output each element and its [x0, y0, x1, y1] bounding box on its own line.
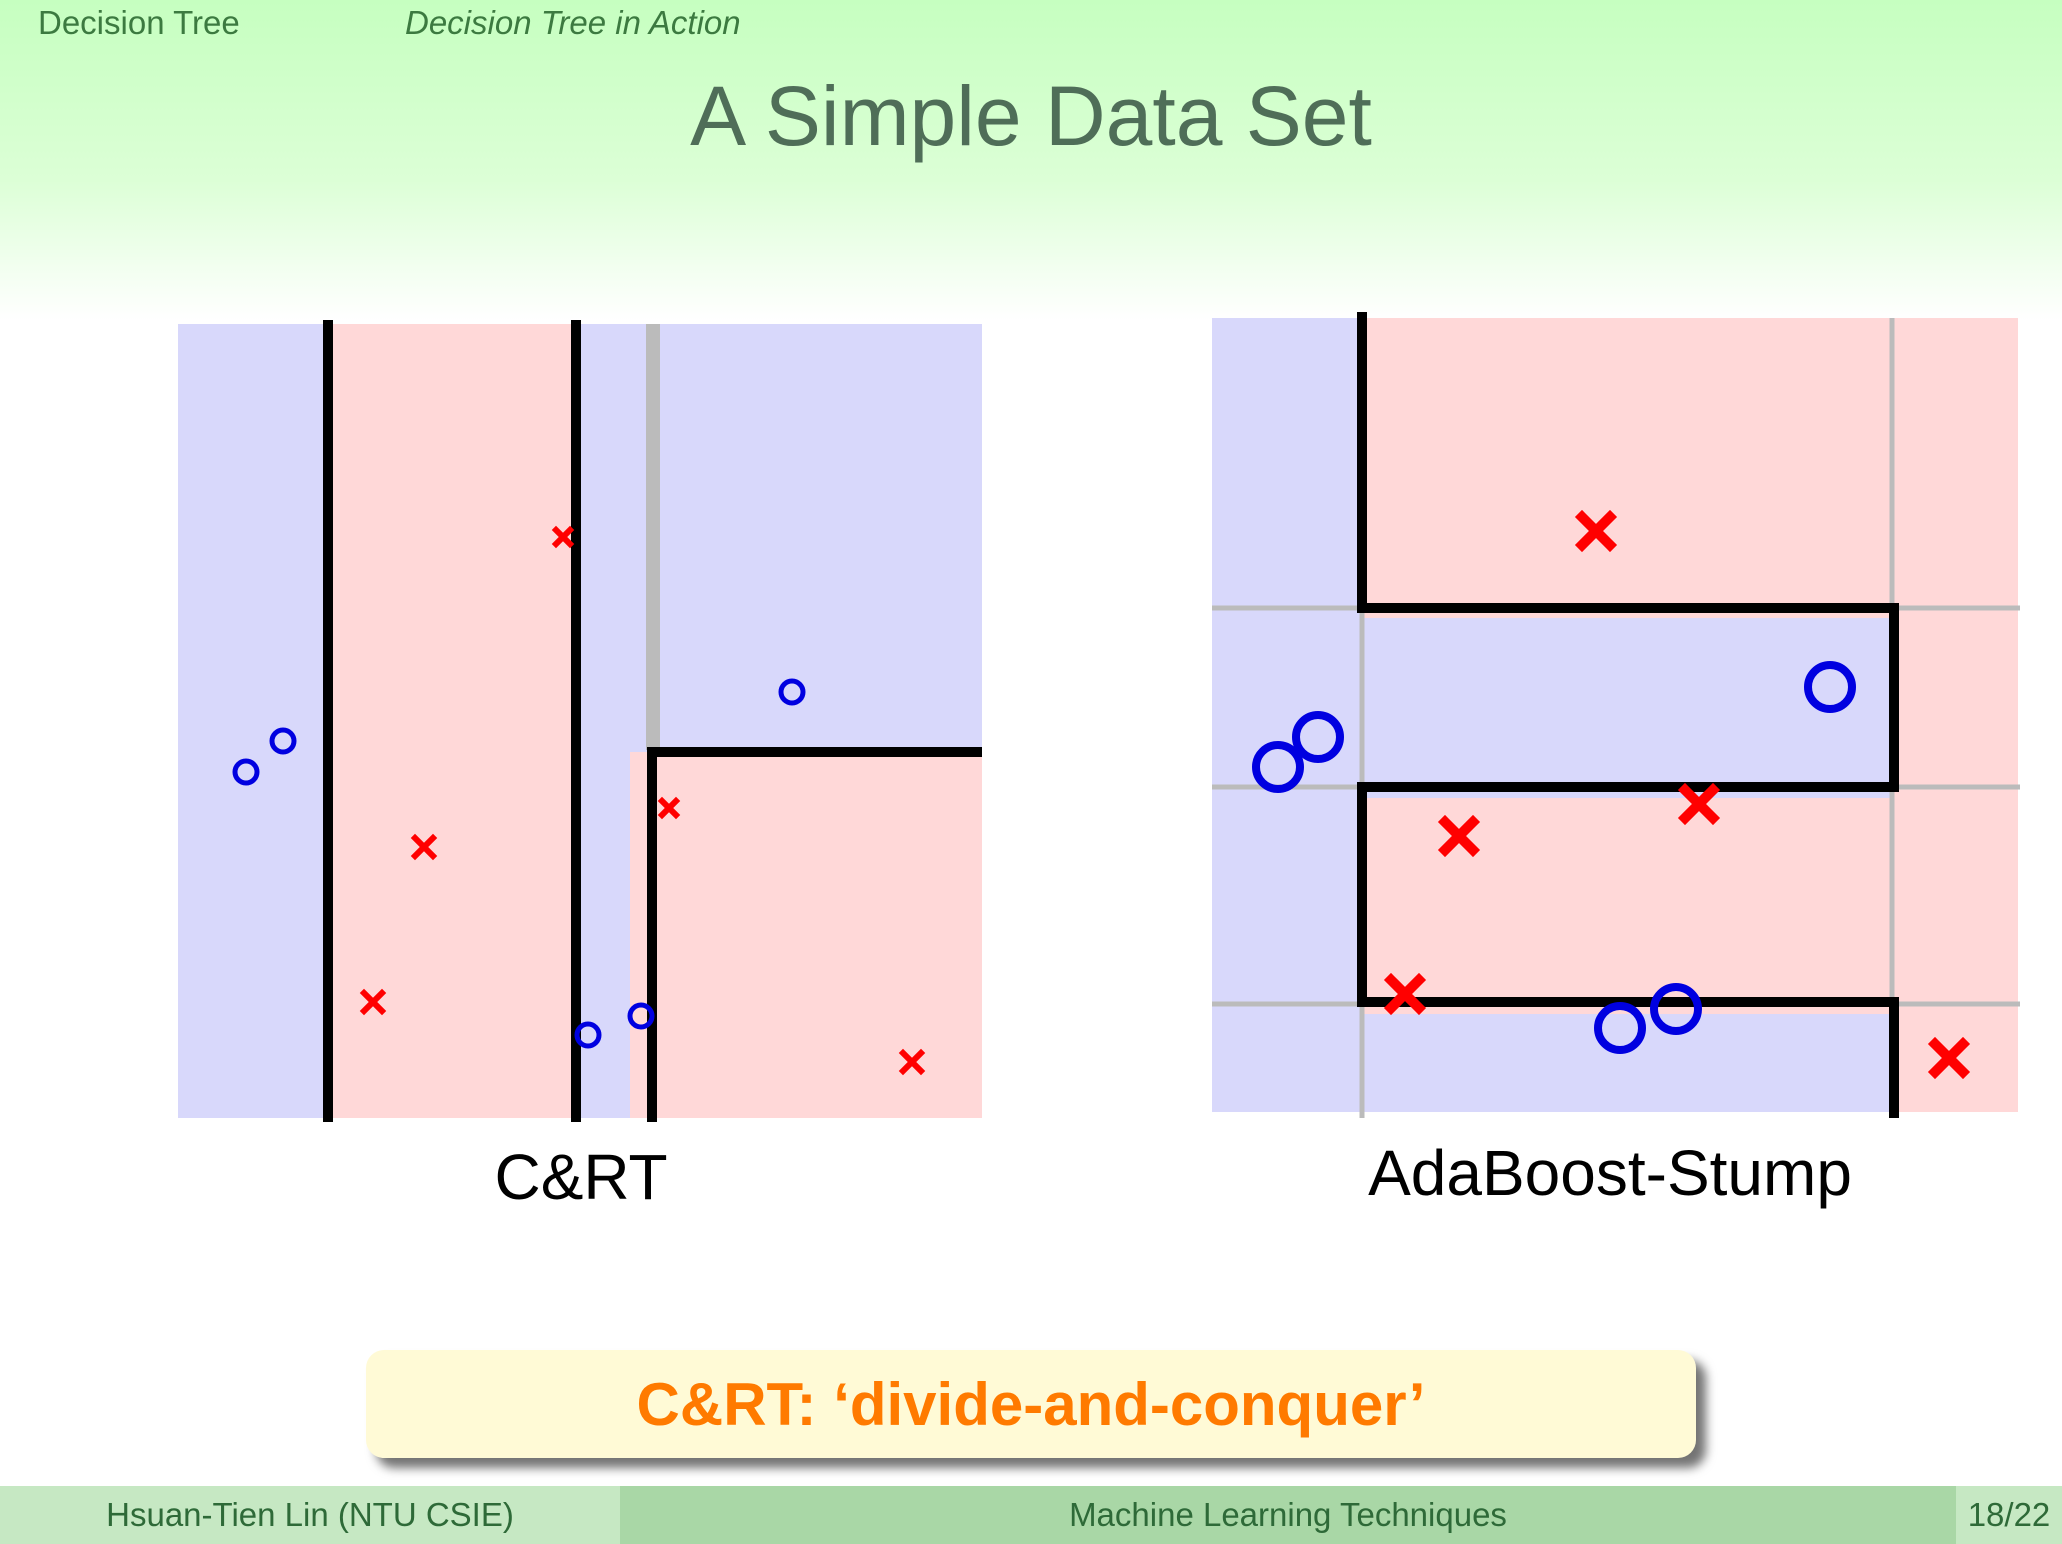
- cart-region-o-strip: [580, 324, 630, 1118]
- ab-region-x-top: [1362, 318, 2018, 618]
- ab-region-x-middle: [1362, 798, 1894, 1014]
- slide-title: A Simple Data Set: [690, 69, 1372, 163]
- nav-subsection[interactable]: Decision Tree in Action: [405, 4, 741, 42]
- ab-region-o-band: [1362, 618, 1894, 798]
- cart-region-x-lower-right: [630, 752, 982, 1118]
- cart-plot: [178, 320, 982, 1122]
- cart-region-o-left: [178, 324, 330, 1118]
- cart-caption: C&RT: [494, 1141, 668, 1213]
- key-takeaway-callout: C&RT: ‘divide-and-conquer’: [366, 1350, 1696, 1458]
- footer-page-number: 18/22: [1956, 1486, 2062, 1544]
- ab-region-o-left: [1212, 318, 1362, 1112]
- adaboost-panel: [1210, 312, 2020, 1118]
- ab-region-o-bottom: [1362, 1014, 1894, 1112]
- cart-panel: [178, 320, 984, 1122]
- adaboost-plot: [1212, 312, 2020, 1118]
- callout-text: C&RT: ‘divide-and-conquer’: [636, 1370, 1426, 1438]
- nav-section[interactable]: Decision Tree: [38, 4, 240, 42]
- ab-region-x-right: [1894, 618, 2018, 1018]
- slide: Decision Tree Decision Tree in Action A …: [0, 0, 2062, 1544]
- footer-course[interactable]: Machine Learning Techniques: [620, 1486, 1956, 1544]
- adaboost-caption: AdaBoost-Stump: [1368, 1137, 1852, 1209]
- footer: Hsuan-Tien Lin (NTU CSIE) Machine Learni…: [0, 1486, 2062, 1544]
- footer-author[interactable]: Hsuan-Tien Lin (NTU CSIE): [0, 1486, 620, 1544]
- cart-region-o-upper-right: [630, 324, 982, 752]
